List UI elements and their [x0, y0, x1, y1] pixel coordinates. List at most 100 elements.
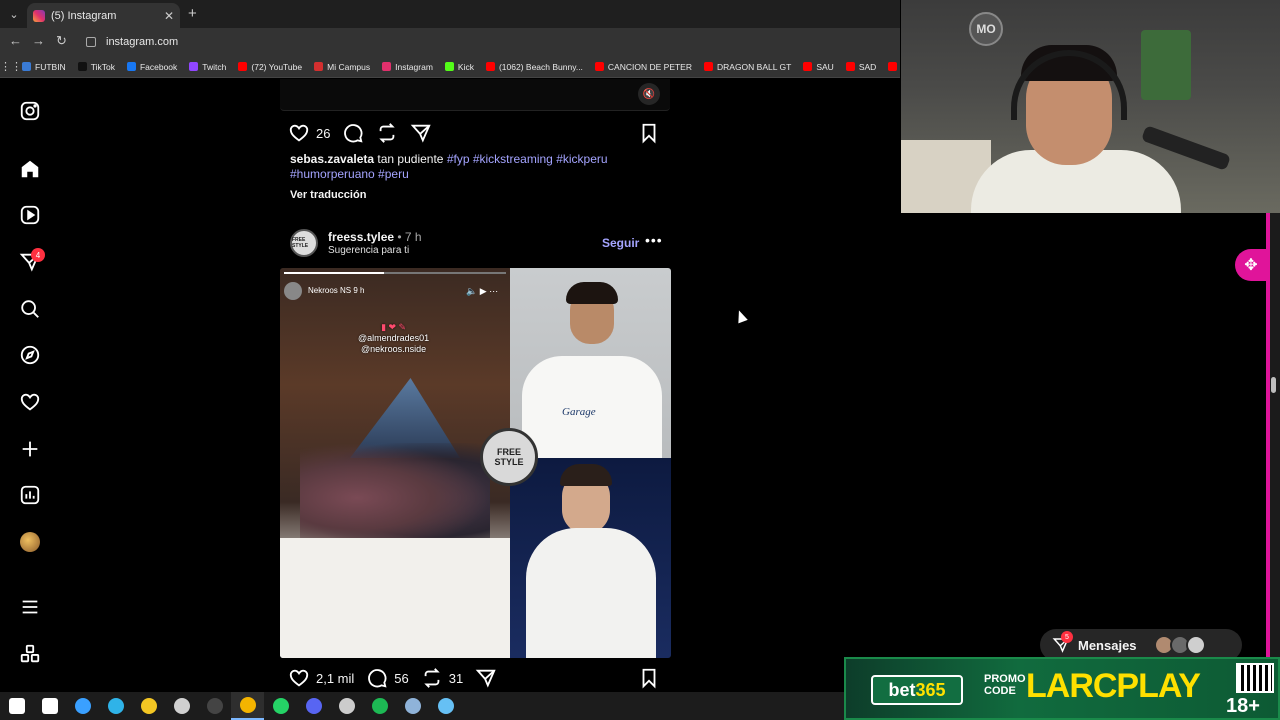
browser-tab[interactable]: (5) Instagram ✕: [27, 3, 180, 28]
back-icon[interactable]: ←: [9, 33, 22, 48]
threads-apps-icon[interactable]: [19, 643, 41, 665]
bookmark-item[interactable]: CANCION DE PETER: [594, 62, 692, 72]
home-icon[interactable]: [19, 158, 41, 180]
tab-close-icon[interactable]: ✕: [164, 9, 174, 23]
bookmark-favicon-icon: [704, 62, 713, 71]
bookmark-item[interactable]: (463) Jam: [888, 62, 900, 72]
caption-hashtags[interactable]: #fyp #kickstreaming #kickperu: [447, 152, 608, 166]
story-username: Nekroos NS 9 h: [308, 286, 365, 295]
bet365-ad-banner: bet 365 PROMO CODE LARCPLAY 18+: [844, 657, 1280, 720]
apps-grid-icon[interactable]: ⋮⋮: [0, 60, 22, 73]
profile-avatar[interactable]: [20, 532, 40, 552]
comment-button[interactable]: 56: [366, 667, 409, 689]
bookmark-item[interactable]: Mi Campus: [314, 62, 370, 72]
save-button[interactable]: [638, 667, 660, 692]
site-info-icon[interactable]: [86, 37, 96, 47]
search-icon[interactable]: [33, 692, 66, 720]
new-tab-button[interactable]: +: [188, 5, 197, 22]
bookmark-item[interactable]: SAU: [803, 62, 834, 72]
share-button[interactable]: [410, 122, 432, 144]
comment-button[interactable]: [342, 122, 364, 144]
url-field[interactable]: instagram.com: [82, 32, 900, 52]
spotify-icon[interactable]: [363, 692, 396, 720]
bookmark-label: Instagram: [395, 61, 433, 72]
search-icon[interactable]: [19, 298, 41, 320]
bookmark-item[interactable]: Instagram: [382, 62, 433, 72]
caption-text: tan pudiente: [377, 152, 444, 166]
bookmark-item[interactable]: Kick: [444, 62, 474, 72]
app3-icon[interactable]: [396, 692, 429, 720]
overlay-edge: [1266, 213, 1270, 692]
menu-icon[interactable]: [19, 596, 41, 618]
bookmark-item[interactable]: Facebook: [126, 61, 178, 72]
caption-username[interactable]: sebas.zavaleta: [290, 152, 374, 166]
bookmark-item[interactable]: (72) YouTube: [238, 62, 302, 72]
post-time: • 7 h: [397, 230, 422, 244]
whatsapp-icon[interactable]: [264, 692, 297, 720]
caption-hashtags-2[interactable]: #humorperuano #peru: [290, 167, 409, 181]
bookmark-item[interactable]: DRAGON BALL GT: [704, 62, 791, 72]
story-tag-2: @nekroos.nside: [361, 344, 427, 354]
post-username[interactable]: freess.tylee: [328, 230, 394, 244]
bookmark-item[interactable]: (1062) Beach Bunny...: [485, 62, 583, 72]
previous-post-actions: 26: [288, 120, 672, 146]
windows-start-icon[interactable]: [0, 692, 33, 720]
repost-count: 31: [448, 670, 464, 686]
bookmark-label: Facebook: [139, 61, 178, 72]
store-icon[interactable]: [66, 692, 99, 720]
bet365-logo: bet 365: [871, 675, 963, 705]
extension-icon[interactable]: ✥: [1235, 249, 1267, 281]
post-username-row: freess.tylee • 7 h: [328, 230, 422, 244]
bookmark-favicon-icon: [845, 62, 855, 71]
obs-icon[interactable]: [198, 692, 231, 720]
explore-icon[interactable]: [19, 344, 41, 366]
reels-icon[interactable]: [19, 204, 41, 226]
heart-icon[interactable]: [19, 391, 41, 413]
repost-button[interactable]: [376, 122, 398, 144]
see-translation-link[interactable]: Ver traducción: [290, 189, 366, 201]
edge-icon[interactable]: [99, 692, 132, 720]
comment-icon: [368, 669, 387, 688]
forward-icon[interactable]: →: [32, 33, 45, 48]
instagram-logo-icon[interactable]: [19, 100, 41, 122]
repost-button[interactable]: 31: [421, 667, 463, 689]
bookmark-item[interactable]: Twitch: [189, 62, 226, 72]
promo-label: PROMO CODE: [984, 673, 1026, 697]
mute-icon[interactable]: 🔇: [638, 83, 660, 105]
messages-badge: 5: [1061, 631, 1073, 643]
post-avatar[interactable]: FREE STYLE: [290, 229, 318, 257]
reload-icon[interactable]: ↻: [56, 33, 67, 49]
create-icon[interactable]: [19, 438, 41, 460]
bookmark-favicon-icon: [77, 62, 87, 71]
story-tags: ▮ ❤ ✎ @almendrades01 @nekroos.nside: [358, 322, 430, 354]
mouse-cursor: [734, 308, 748, 324]
follow-button[interactable]: Seguir: [602, 236, 639, 250]
shirt-text: Garage: [562, 406, 596, 418]
person-photo-top: Garage: [510, 268, 671, 458]
tab-search-icon[interactable]: ⌄: [5, 5, 23, 23]
bookmark-item[interactable]: FUTBIN: [22, 62, 66, 72]
story-screenshot: Nekroos NS 9 h 🔈 ▶ ⋯ ▮ ❤ ✎ @almendrades0…: [280, 268, 510, 658]
more-options-icon[interactable]: •••: [645, 232, 663, 248]
discord-icon[interactable]: [297, 692, 330, 720]
app2-icon[interactable]: [330, 692, 363, 720]
post-image[interactable]: Nekroos NS 9 h 🔈 ▶ ⋯ ▮ ❤ ✎ @almendrades0…: [280, 268, 671, 658]
app-icon[interactable]: [165, 692, 198, 720]
share-button[interactable]: [475, 667, 497, 689]
previous-post-video[interactable]: 🔇: [280, 79, 670, 111]
scroll-thumb[interactable]: [1271, 377, 1276, 393]
repost-icon: [379, 123, 396, 143]
chrome-icon[interactable]: [231, 692, 264, 720]
bookmark-item[interactable]: SAD: [845, 62, 876, 72]
post-caption: sebas.zavaleta tan pudiente #fyp #kickst…: [290, 152, 660, 182]
dashboard-icon[interactable]: [19, 484, 41, 506]
like-button[interactable]: 2,1 mil: [288, 667, 354, 689]
post-suggestion: Sugerencia para ti: [328, 245, 410, 256]
bookmark-item[interactable]: TikTok: [77, 62, 115, 72]
like-button[interactable]: 26: [288, 122, 330, 144]
file-explorer-icon[interactable]: [132, 692, 165, 720]
post-actions: 2,1 mil 56 31: [288, 665, 672, 691]
save-button[interactable]: [638, 122, 660, 147]
qr-code: [1236, 663, 1274, 693]
steam-icon[interactable]: [429, 692, 462, 720]
